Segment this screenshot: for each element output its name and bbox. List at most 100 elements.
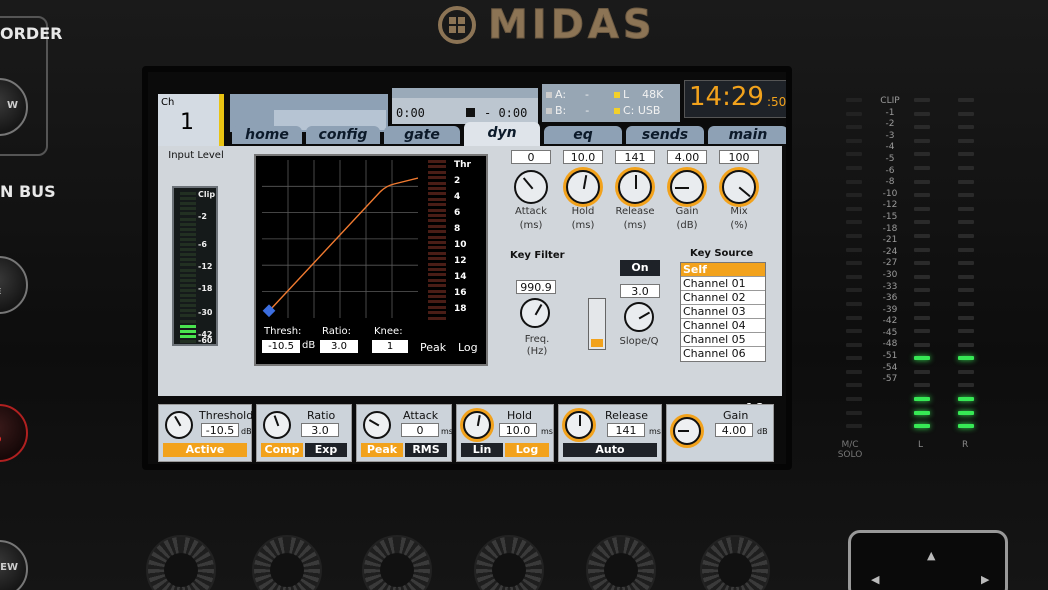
transport-strip bbox=[392, 88, 538, 98]
nav-up-icon[interactable]: ▲ bbox=[927, 549, 935, 562]
release-unit: (ms) bbox=[623, 220, 647, 231]
encoder-strip: 1 2 Threshold -10.5 dB Active Ratio 3.0 … bbox=[158, 402, 786, 464]
channel-indicator[interactable]: Ch 1 bbox=[158, 94, 224, 152]
hold-encoder[interactable]: Hold 10.0 ms Lin Log bbox=[456, 404, 554, 462]
meter-segment bbox=[958, 247, 974, 252]
gain-encoder-value[interactable]: 4.00 bbox=[715, 423, 753, 437]
release-encoder-unit: ms bbox=[649, 427, 661, 436]
gain-value[interactable]: 4.00 bbox=[667, 150, 707, 164]
key-freq-value[interactable]: 990.9 bbox=[516, 280, 556, 294]
slope-knob[interactable] bbox=[624, 302, 654, 332]
threshold-value[interactable]: -10.5 bbox=[201, 423, 239, 437]
encoder-knob-2[interactable] bbox=[252, 535, 322, 590]
tab-home[interactable]: home bbox=[232, 126, 302, 144]
filter-type-icon[interactable] bbox=[588, 298, 606, 350]
hold-encoder-value[interactable]: 10.0 bbox=[499, 423, 537, 437]
attack-value[interactable]: 0 bbox=[511, 150, 551, 164]
rms-button[interactable]: RMS bbox=[405, 443, 447, 457]
encoder-knob-4[interactable] bbox=[474, 535, 544, 590]
ratio-value[interactable]: 3.0 bbox=[320, 340, 358, 353]
tab-config[interactable]: config bbox=[306, 126, 380, 144]
key-source-item-ch04[interactable]: Channel 04 bbox=[681, 319, 765, 333]
attack-encoder-knob[interactable] bbox=[363, 411, 391, 439]
hw-mono-centre-button[interactable]: ONO ENTRE bbox=[0, 256, 28, 314]
attack-encoder-value[interactable]: 0 bbox=[401, 423, 439, 437]
key-source-item-ch02[interactable]: Channel 02 bbox=[681, 291, 765, 305]
release-encoder-knob[interactable] bbox=[565, 411, 593, 439]
release-param[interactable]: 141 Release (ms) bbox=[608, 150, 662, 232]
gain-encoder-label: Gain bbox=[723, 409, 749, 422]
input-level-segment bbox=[180, 217, 196, 221]
auto-button[interactable]: Auto bbox=[563, 443, 657, 457]
gain-encoder-knob[interactable] bbox=[673, 417, 701, 445]
knee-value[interactable]: 1 bbox=[372, 340, 408, 353]
status-a: A: bbox=[555, 88, 567, 101]
meter-segment bbox=[914, 111, 930, 116]
release-encoder[interactable]: Release 141 ms Auto bbox=[558, 404, 662, 462]
threshold-active-button[interactable]: Active bbox=[163, 443, 247, 457]
key-source-list[interactable]: Self Channel 01 Channel 02 Channel 03 Ch… bbox=[680, 262, 766, 362]
key-source-item-ch05[interactable]: Channel 05 bbox=[681, 333, 765, 347]
hold-param[interactable]: 10.0 Hold (ms) bbox=[556, 150, 610, 232]
mix-knob[interactable] bbox=[722, 170, 756, 204]
hw-main-stereo-button[interactable]: MAIN TEREO bbox=[0, 404, 28, 462]
mix-value[interactable]: 100 bbox=[719, 150, 759, 164]
tab-eq[interactable]: eq bbox=[544, 126, 622, 144]
key-filter-on-button[interactable]: On bbox=[620, 260, 660, 276]
input-level-segment bbox=[180, 232, 196, 236]
tab-main[interactable]: main bbox=[708, 126, 786, 144]
hold-value[interactable]: 10.0 bbox=[563, 150, 603, 164]
thresh-value[interactable]: -10.5 bbox=[262, 340, 300, 353]
gain-param[interactable]: 4.00 Gain (dB) bbox=[660, 150, 714, 232]
key-source-item-ch01[interactable]: Channel 01 bbox=[681, 277, 765, 291]
ratio-knob[interactable] bbox=[263, 411, 291, 439]
release-encoder-label: Release bbox=[605, 409, 648, 422]
threshold-knob[interactable] bbox=[165, 411, 193, 439]
release-knob[interactable] bbox=[618, 170, 652, 204]
release-encoder-value[interactable]: 141 bbox=[607, 423, 645, 437]
threshold-encoder[interactable]: Threshold -10.5 dB Active bbox=[158, 404, 253, 462]
navigation-pad[interactable]: ▲ ◀ ▶ bbox=[848, 530, 1008, 590]
key-freq-knob[interactable] bbox=[520, 298, 550, 328]
encoder-knob-6[interactable] bbox=[700, 535, 770, 590]
peak-button[interactable]: Peak bbox=[361, 443, 403, 457]
input-level-segment bbox=[180, 283, 196, 287]
lin-button[interactable]: Lin bbox=[461, 443, 503, 457]
input-level-title: Input Level bbox=[168, 150, 224, 161]
key-source-item-self[interactable]: Self bbox=[681, 263, 765, 277]
attack-encoder[interactable]: Attack 0 ms Peak RMS bbox=[356, 404, 453, 462]
knob-pointer bbox=[476, 414, 481, 427]
meter-left-label: L bbox=[918, 440, 924, 450]
tab-sends[interactable]: sends bbox=[626, 126, 704, 144]
comp-button[interactable]: Comp bbox=[261, 443, 303, 457]
slope-value[interactable]: 3.0 bbox=[620, 284, 660, 298]
hold-encoder-knob[interactable] bbox=[463, 411, 491, 439]
input-level-segment bbox=[180, 222, 196, 226]
attack-knob[interactable] bbox=[514, 170, 548, 204]
meter-segment bbox=[846, 383, 862, 388]
encoder-knob-3[interactable] bbox=[362, 535, 432, 590]
release-value[interactable]: 141 bbox=[615, 150, 655, 164]
attack-param[interactable]: 0 Attack (ms) bbox=[504, 150, 558, 232]
encoder-knob-1[interactable] bbox=[146, 535, 216, 590]
gain-reduction-scale-label: 4 bbox=[454, 192, 461, 202]
meter-segment bbox=[914, 397, 930, 402]
encoder-knob-5[interactable] bbox=[586, 535, 656, 590]
tab-gate[interactable]: gate bbox=[384, 126, 460, 144]
key-source-item-ch06[interactable]: Channel 06 bbox=[681, 347, 765, 361]
nav-right-icon[interactable]: ▶ bbox=[981, 573, 989, 586]
nav-left-icon[interactable]: ◀ bbox=[871, 573, 879, 586]
log-button[interactable]: Log bbox=[505, 443, 549, 457]
meter-segment bbox=[914, 138, 930, 143]
mix-param[interactable]: 100 Mix (%) bbox=[712, 150, 766, 232]
gain-knob[interactable] bbox=[670, 170, 704, 204]
ratio-value[interactable]: 3.0 bbox=[301, 423, 339, 437]
hold-knob[interactable] bbox=[566, 170, 600, 204]
exp-button[interactable]: Exp bbox=[305, 443, 347, 457]
ratio-encoder[interactable]: Ratio 3.0 Comp Exp bbox=[256, 404, 352, 462]
meter-segment bbox=[958, 356, 974, 361]
input-level-segment bbox=[180, 288, 196, 292]
gain-encoder[interactable]: Gain 4.00 dB bbox=[666, 404, 774, 462]
key-source-item-ch03[interactable]: Channel 03 bbox=[681, 305, 765, 319]
tab-dyn[interactable]: dyn bbox=[464, 122, 540, 146]
